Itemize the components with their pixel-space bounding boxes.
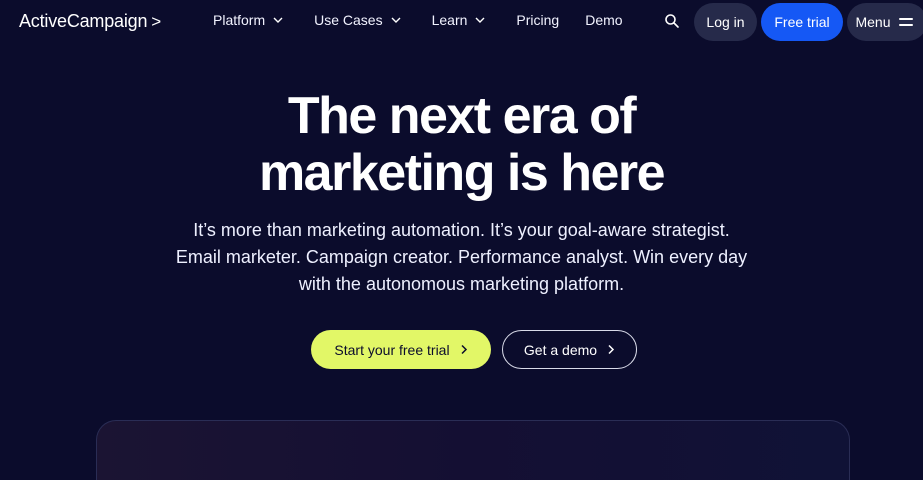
nav-item-pricing[interactable]: Pricing [516,12,559,28]
logo-chevron-icon: > [151,11,161,31]
chevron-right-icon [461,344,467,355]
nav-item-label: Learn [431,12,468,28]
menu-button[interactable]: Menu [847,3,923,41]
menu-label: Menu [855,14,891,30]
nav-item-learn[interactable]: Learn [432,12,487,28]
hero-subtitle: It’s more than marketing automation. It’… [150,217,773,298]
main-nav: Platform Use Cases Learn Pricing Demo [213,12,649,28]
nav-item-label: Platform [213,12,266,28]
nav-item-demo[interactable]: Demo [585,12,622,28]
get-demo-label: Get a demo [523,341,598,358]
nav-item-label: Pricing [516,12,560,28]
start-free-trial-label: Start your free trial [334,341,450,358]
start-free-trial-button[interactable]: Start your free trial [311,330,491,369]
chevron-down-icon [273,17,283,23]
get-demo-button[interactable]: Get a demo [502,330,637,369]
nav-item-platform[interactable]: Platform [213,12,284,28]
chevron-right-icon [608,344,615,355]
free-trial-button[interactable]: Free trial [761,3,843,41]
search-icon[interactable] [664,13,680,29]
top-navigation: ActiveCampaign > Platform Use Cases Lear… [0,0,923,44]
nav-item-label: Use Cases [314,12,383,28]
hero-title-line-1: The next era of [287,87,637,145]
hero-title: The next era of marketing is here [0,88,923,202]
chevron-down-icon [391,17,401,23]
chevron-down-icon [475,17,485,23]
login-button[interactable]: Log in [694,3,757,41]
hero-subtitle-line-2: Email marketer. Campaign creator. Perfor… [175,247,748,267]
hamburger-icon [898,17,913,27]
nav-item-label: Demo [585,12,623,28]
hero-subtitle-line-3: with the autonomous marketing platform. [298,274,625,294]
product-preview-card [96,420,850,480]
hero-title-line-2: marketing is here [258,144,666,202]
hero-subtitle-line-1: It’s more than marketing automation. It’… [193,220,730,240]
nav-item-use-cases[interactable]: Use Cases [314,12,401,28]
logo-text: ActiveCampaign [19,11,148,31]
activecampaign-logo[interactable]: ActiveCampaign > [19,11,161,32]
